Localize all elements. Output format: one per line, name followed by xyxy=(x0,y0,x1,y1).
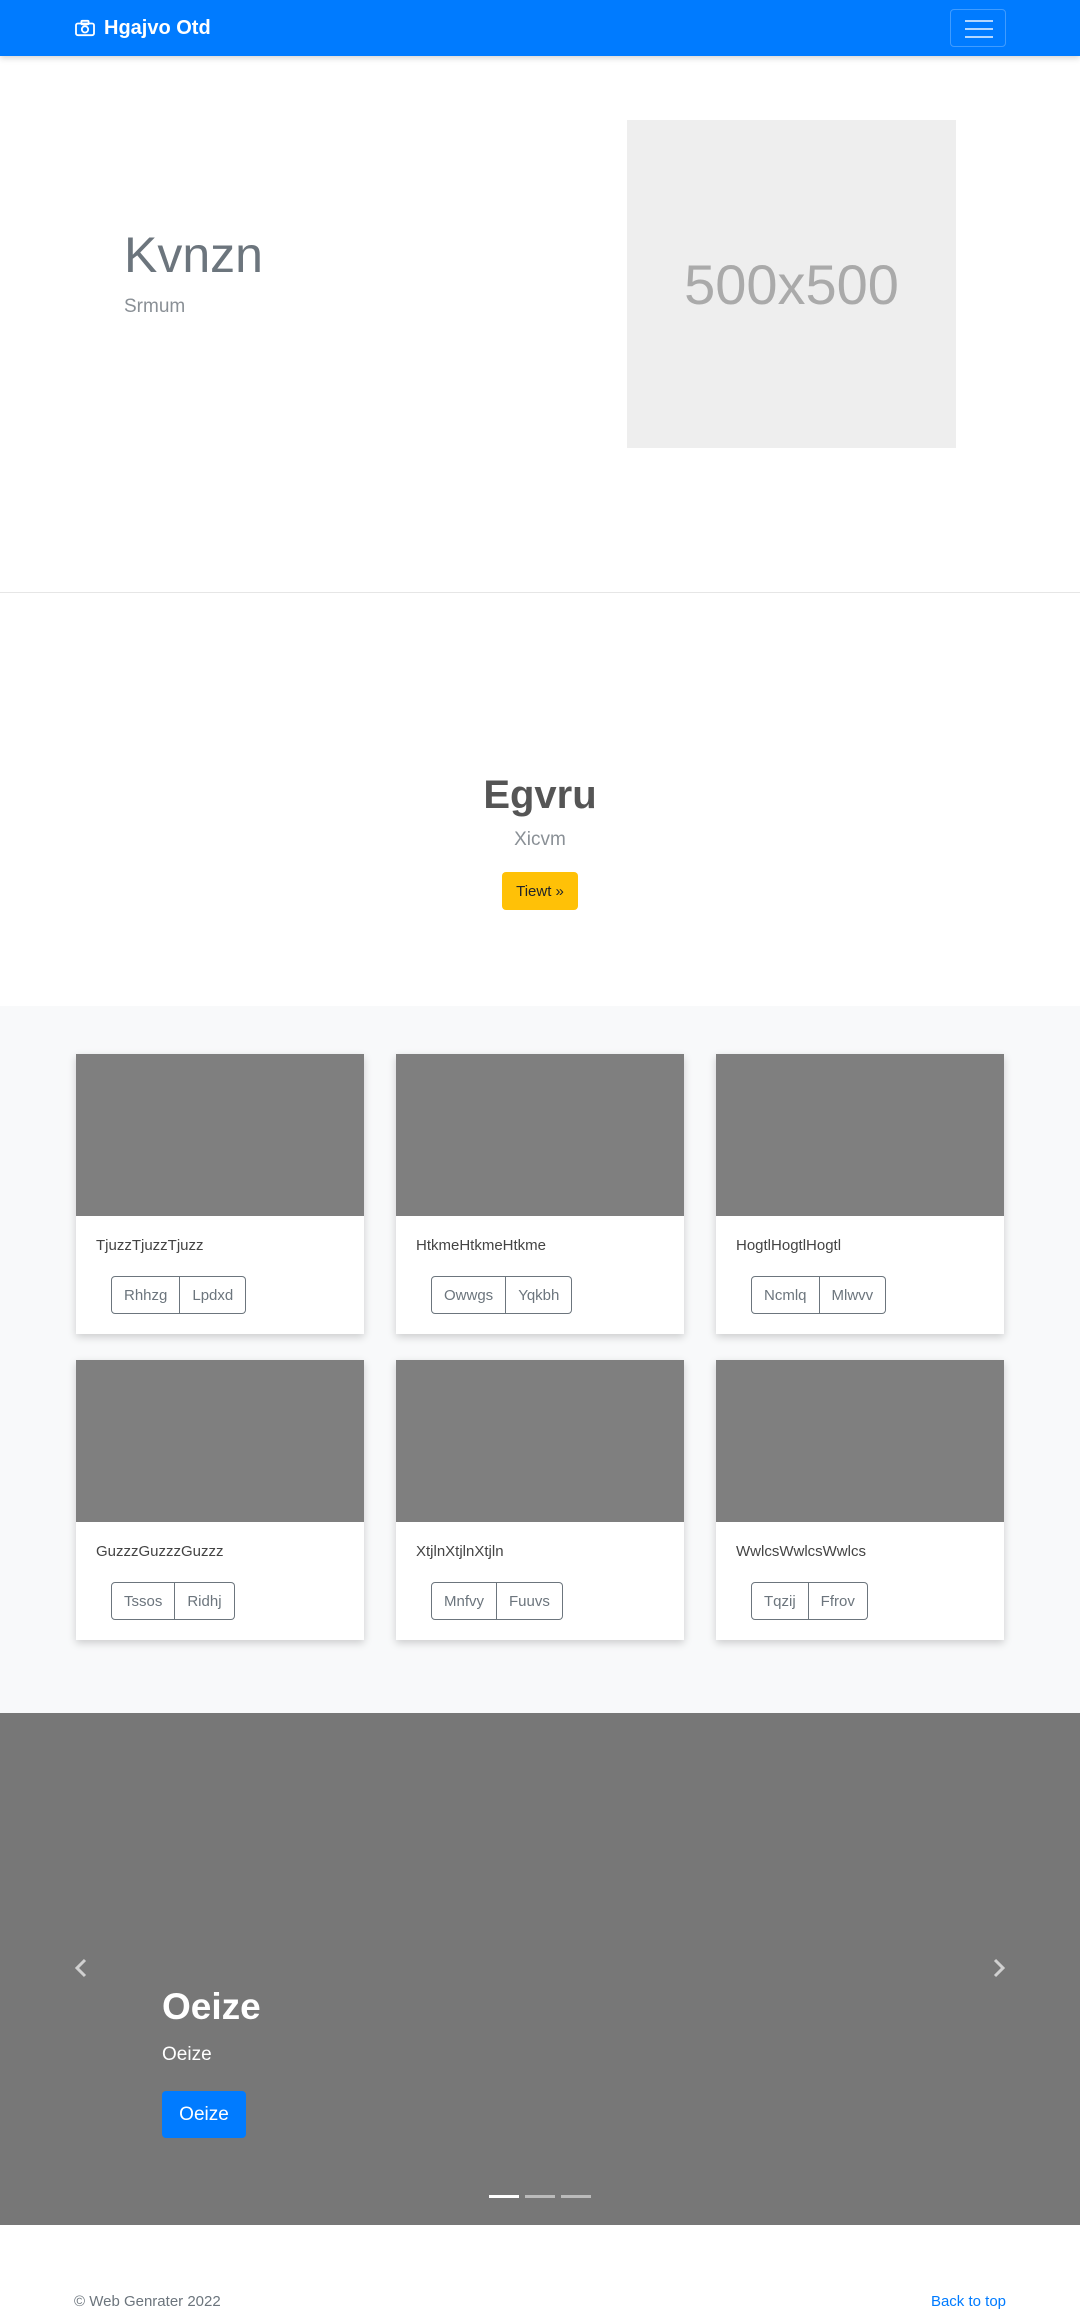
hero-section: Kvnzn Srmum 500x500 xyxy=(0,56,1080,593)
card-text: HogtlHogtlHogtl xyxy=(736,1237,842,1254)
cta-title: Egvru xyxy=(483,773,597,817)
cards-section: TjuzzTjuzzTjuzz Rhhzg Lpdxd HtkmeHtkmeHt… xyxy=(0,1006,1080,1713)
card-text: GuzzzGuzzzGuzzz xyxy=(96,1543,224,1560)
card-button-left[interactable]: Tssos xyxy=(111,1582,176,1620)
card-button-group: Tqzij Ffrov xyxy=(751,1582,868,1620)
chevron-right-icon xyxy=(993,1958,1006,1978)
card-button-right[interactable]: Mlwvv xyxy=(819,1276,887,1314)
card-button-left[interactable]: Mnfvy xyxy=(431,1582,498,1620)
card-button-left[interactable]: Owwgs xyxy=(431,1276,507,1314)
card-text: HtkmeHtkmeHtkme xyxy=(416,1237,547,1254)
card-button-group: Owwgs Yqkbh xyxy=(431,1276,573,1314)
carousel-caption-button[interactable]: Oeize xyxy=(162,2091,246,2138)
card: HtkmeHtkmeHtkme Owwgs Yqkbh xyxy=(396,1054,684,1334)
camera-icon xyxy=(75,19,95,37)
card-image xyxy=(76,1054,364,1216)
card-text: TjuzzTjuzzTjuzz xyxy=(96,1237,204,1254)
card: XtjlnXtjlnXtjln Mnfvy Fuuvs xyxy=(396,1360,684,1640)
copyright-text: © Web Genrater 2022 xyxy=(74,2293,221,2310)
card-text: XtjlnXtjlnXtjln xyxy=(416,1543,504,1560)
footer: © Web Genrater 2022 Back to top xyxy=(0,2225,1080,2314)
card: GuzzzGuzzzGuzzz Tssos Ridhj xyxy=(76,1360,364,1640)
hero-image-placeholder: 500x500 xyxy=(627,120,956,448)
card-button-right[interactable]: Yqkbh xyxy=(506,1276,573,1314)
card-button-right[interactable]: Fuuvs xyxy=(497,1582,563,1620)
card-button-left[interactable]: Rhhzg xyxy=(111,1276,181,1314)
carousel-indicator[interactable] xyxy=(489,2195,519,2198)
back-to-top-link[interactable]: Back to top xyxy=(931,2293,1006,2310)
card-button-right[interactable]: Lpdxd xyxy=(180,1276,247,1314)
carousel-caption-subtitle: Oeize xyxy=(162,2044,212,2065)
card-button-group: Tssos Ridhj xyxy=(111,1582,235,1620)
card: HogtlHogtlHogtl Ncmlq Mlwvv xyxy=(716,1054,1004,1334)
hero-subtitle: Srmum xyxy=(124,296,186,317)
cta-section: Egvru Xicvm Tiewt » xyxy=(0,593,1080,1006)
carousel-prev-button[interactable] xyxy=(66,1953,96,1983)
card-button-right[interactable]: Ffrov xyxy=(808,1582,868,1620)
cta-button[interactable]: Tiewt » xyxy=(502,872,578,910)
carousel-caption-title: Oeize xyxy=(162,1986,261,2027)
card-button-group: Rhhzg Lpdxd xyxy=(111,1276,247,1314)
card-text: WwlcsWwlcsWwlcs xyxy=(736,1543,866,1560)
card-image xyxy=(396,1054,684,1216)
navbar: Hgajvo Otd xyxy=(0,0,1080,56)
carousel-next-button[interactable] xyxy=(984,1953,1014,1983)
navbar-toggler[interactable] xyxy=(950,9,1006,47)
card-image xyxy=(76,1360,364,1522)
brand-link[interactable]: Hgajvo Otd xyxy=(74,14,211,42)
placeholder-label: 500x500 xyxy=(684,252,899,316)
hero-title: Kvnzn xyxy=(124,227,263,283)
card-image xyxy=(716,1360,1004,1522)
brand-name: Hgajvo Otd xyxy=(104,16,211,39)
cta-subtitle: Xicvm xyxy=(514,829,566,850)
carousel-indicators xyxy=(489,2195,591,2198)
chevron-left-icon xyxy=(74,1958,87,1978)
carousel: Oeize Oeize Oeize xyxy=(0,1713,1080,2225)
card-button-right[interactable]: Ridhj xyxy=(175,1582,235,1620)
carousel-indicator[interactable] xyxy=(561,2195,591,2198)
card-button-group: Ncmlq Mlwvv xyxy=(751,1276,887,1314)
card: WwlcsWwlcsWwlcs Tqzij Ffrov xyxy=(716,1360,1004,1640)
card-button-group: Mnfvy Fuuvs xyxy=(431,1582,563,1620)
card-button-left[interactable]: Ncmlq xyxy=(751,1276,820,1314)
card: TjuzzTjuzzTjuzz Rhhzg Lpdxd xyxy=(76,1054,364,1334)
card-button-left[interactable]: Tqzij xyxy=(751,1582,809,1620)
carousel-indicator[interactable] xyxy=(525,2195,555,2198)
card-image xyxy=(396,1360,684,1522)
card-image xyxy=(716,1054,1004,1216)
